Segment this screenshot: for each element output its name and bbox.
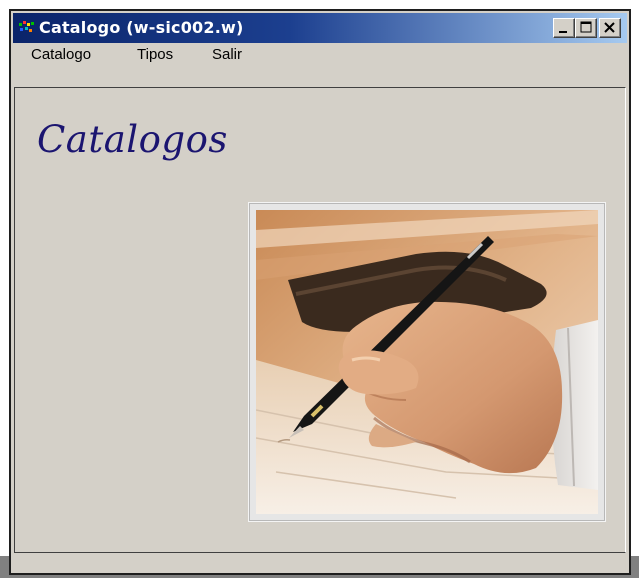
close-icon — [604, 22, 615, 33]
maximize-icon — [580, 21, 592, 33]
photo-frame — [248, 202, 606, 522]
window-title: Catalogo (w-sic002.w) — [39, 18, 244, 37]
close-button[interactable] — [599, 18, 621, 38]
app-icon — [19, 21, 34, 32]
hand-writing-photo — [256, 210, 598, 514]
minimize-button[interactable] — [553, 18, 575, 38]
client-area: Catalogos — [14, 87, 626, 553]
minimize-icon — [559, 31, 567, 33]
menu-bar: Catalogo Tipos Salir — [13, 43, 627, 67]
app-window: Catalogo (w-sic002.w) Catalogo Tipos Sal… — [9, 9, 631, 575]
menu-catalogo[interactable]: Catalogo — [28, 45, 94, 65]
maximize-button[interactable] — [575, 18, 597, 38]
title-bar[interactable]: Catalogo (w-sic002.w) — [13, 13, 627, 43]
menu-tipos[interactable]: Tipos — [134, 45, 176, 65]
menu-salir[interactable]: Salir — [209, 45, 245, 65]
page-title: Catalogos — [37, 118, 228, 161]
